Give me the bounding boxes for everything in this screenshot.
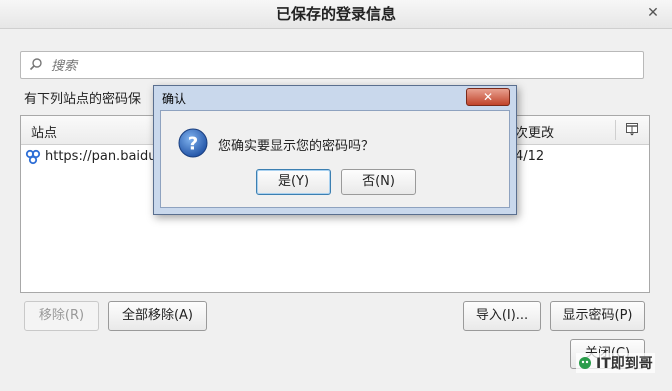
window-title-bar: 已保存的登录信息 ✕ [0,0,672,29]
dialog-message: 您确实要显示您的密码吗？ [218,139,375,154]
dialog-close-icon[interactable]: ✕ [466,88,510,106]
baidu-icon [25,149,41,165]
column-divider [615,120,616,140]
dialog-title-bar: 确认 ✕ [154,86,516,110]
column-header-changed[interactable]: 次更改 [515,122,554,141]
watermark: IT即到哥 [576,353,655,373]
remove-all-button[interactable]: 全部移除(A) [108,301,207,331]
no-button[interactable]: 否(N) [341,169,416,195]
column-picker-icon[interactable] [625,122,639,136]
row-date: 4/12 [515,149,545,164]
watermark-text: IT即到哥 [596,356,653,372]
dialog-title: 确认 [162,92,187,106]
remove-button[interactable]: 移除(R) [24,301,99,331]
yes-button[interactable]: 是(Y) [256,169,331,195]
description-text: 有下列站点的密码保 [24,92,142,107]
confirm-dialog: 确认 ✕ ? 您确实要显示您的密码吗？ 是(Y) 否(N) [153,85,517,215]
svg-text:?: ? [188,134,198,155]
search-input[interactable] [49,52,613,80]
watermark-logo-icon [579,357,591,369]
dialog-body: ? 您确实要显示您的密码吗？ 是(Y) 否(N) [160,110,510,208]
show-passwords-button[interactable]: 显示密码(P) [550,301,645,331]
search-icon [29,58,42,71]
question-icon: ? [178,128,208,158]
search-box[interactable] [20,51,644,80]
column-header-site[interactable]: 站点 [31,122,57,141]
window-close-icon[interactable]: ✕ [644,4,662,22]
row-site: https://pan.baidu.c [45,149,168,164]
import-button[interactable]: 导入(I)... [463,301,541,331]
window-title: 已保存的登录信息 [275,5,396,23]
